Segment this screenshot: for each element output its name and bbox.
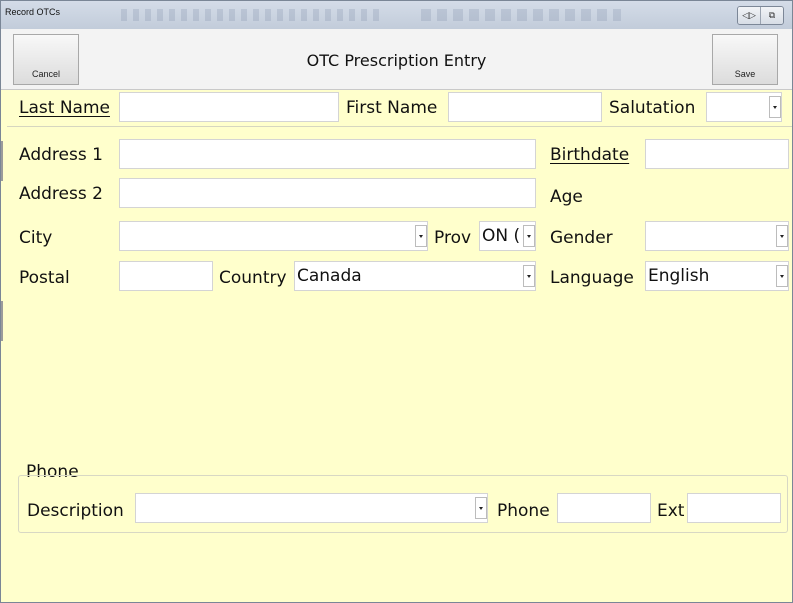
record-otcs-window: Record OTCs ◁▷ ⧉ Cancel OTC Prescription… [0,0,793,603]
window-title: Record OTCs [5,7,61,17]
cancel-button-label: Cancel [31,69,60,79]
phone-label: Phone [497,501,550,521]
left-edge-mark [1,301,3,341]
ext-field[interactable] [687,493,781,523]
phone-field[interactable] [557,493,651,523]
last-name-field[interactable] [119,92,339,122]
restore-icon[interactable]: ⧉ [761,7,783,24]
first-name-field[interactable] [448,92,602,122]
country-select[interactable]: Canada [294,261,536,291]
address2-label: Address 2 [19,184,103,204]
first-name-label: First Name [346,98,438,118]
gender-select[interactable] [645,221,789,251]
phone-description-select[interactable] [135,493,488,523]
language-select[interactable]: English [645,261,789,291]
page-title: OTC Prescription Entry [306,51,487,70]
birthdate-field[interactable] [645,139,789,169]
birthdate-label: Birthdate [550,145,630,165]
country-value: Canada [297,266,362,286]
address1-field[interactable] [119,139,536,169]
description-label: Description [27,501,124,521]
language-value: English [648,266,710,286]
prov-select[interactable]: ON ( [479,221,536,251]
last-name-label: Last Name [19,98,110,118]
city-label: City [19,228,53,248]
ext-label: Ext [657,501,685,521]
address2-field[interactable] [119,178,536,208]
chevron-down-icon[interactable] [523,265,535,287]
save-button[interactable]: Save [712,34,778,85]
chevron-down-icon[interactable] [776,225,788,247]
background-toolbar-ghost [121,9,381,21]
chevron-down-icon[interactable] [415,225,427,247]
address1-label: Address 1 [19,145,103,165]
postal-label: Postal [19,268,70,288]
prov-value: ON ( [482,226,521,246]
save-button-label: Save [734,69,756,79]
form-header: Cancel OTC Prescription Entry Save [1,29,792,90]
city-select[interactable] [119,221,428,251]
salutation-label: Salutation [609,98,696,118]
chevron-down-icon[interactable] [523,225,535,247]
navigate-icon[interactable]: ◁▷ [738,7,761,24]
title-bar: Record OTCs ◁▷ ⧉ [1,1,792,30]
age-label: Age [550,187,583,207]
salutation-select[interactable] [706,92,782,122]
chevron-down-icon[interactable] [776,265,788,287]
background-toolbar-ghost-2 [421,9,621,21]
country-label: Country [219,268,287,288]
left-edge-mark [1,141,3,181]
section-divider [7,126,792,127]
language-label: Language [550,268,634,288]
chevron-down-icon[interactable] [769,96,781,118]
prov-label: Prov [434,228,472,248]
postal-field[interactable] [119,261,213,291]
window-controls: ◁▷ ⧉ [737,6,784,25]
chevron-down-icon[interactable] [475,497,487,519]
gender-label: Gender [550,228,613,248]
